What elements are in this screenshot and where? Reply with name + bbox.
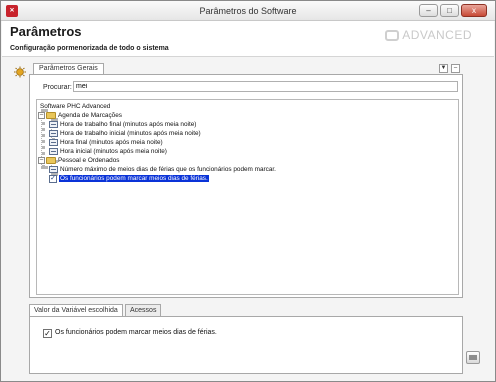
tree-item[interactable]: Hora de trabalho final (minutos após mei… <box>49 120 196 129</box>
printer-icon[interactable] <box>466 351 480 364</box>
brand-text: ADVANCED <box>402 28 472 42</box>
numeric-parameter-icon <box>49 130 58 137</box>
parameters-icon <box>14 66 26 78</box>
tree-group-pessoal[interactable]: – Pessoal e Ordenados <box>38 156 119 165</box>
tree-item-label: Os funcionários podem marcar meios dias … <box>59 175 209 182</box>
collapse-button[interactable]: – <box>451 64 460 73</box>
maximize-button[interactable]: □ <box>440 4 459 17</box>
parameters-panel: Parâmetros Gerais ▼ – Procurar: Software… <box>29 61 463 298</box>
search-label: Procurar: <box>43 84 72 91</box>
tab-parametros-gerais[interactable]: Parâmetros Gerais <box>33 63 104 74</box>
value-checkbox[interactable]: ✓ <box>43 329 52 338</box>
page-header: Parâmetros Configuração pormenorizada de… <box>2 21 494 57</box>
numeric-parameter-icon <box>49 148 58 155</box>
numeric-parameter-icon <box>49 139 58 146</box>
numeric-parameter-icon <box>49 166 58 173</box>
value-panel-body: ✓ Os funcionários podem marcar meios dia… <box>29 316 463 374</box>
page-subtitle: Configuração pormenorizada de todo o sis… <box>10 45 169 52</box>
tree-item[interactable]: Hora inicial (minutos após meia noite) <box>49 147 167 156</box>
search-input[interactable] <box>73 81 458 92</box>
boolean-parameter-icon: ✓ <box>49 174 57 183</box>
tree-root-label: Software PHC Advanced <box>40 103 111 110</box>
tree-item-label: Número máximo de meios dias de férias qu… <box>60 166 276 173</box>
parameters-window: ✕ Parâmetros do Software – □ x Parâmetro… <box>0 0 496 382</box>
parameters-panel-body: Procurar: Software PHC Advanced – Agenda… <box>29 74 463 298</box>
tree-item[interactable]: Hora de trabalho inicial (minutos após m… <box>49 129 201 138</box>
tree-item[interactable]: Número máximo de meios dias de férias qu… <box>49 165 276 174</box>
collapse-toggle-icon[interactable]: – <box>38 112 45 119</box>
tree-item-label: Hora de trabalho final (minutos após mei… <box>60 121 197 128</box>
tab-acessos[interactable]: Acessos <box>125 304 162 316</box>
window-controls: – □ x <box>419 4 487 18</box>
minimize-button[interactable]: – <box>419 4 438 17</box>
parameters-tree[interactable]: Software PHC Advanced – Agenda de Marcaç… <box>36 99 459 295</box>
tree-group-agenda[interactable]: – Agenda de Marcações <box>38 111 122 120</box>
tab-valor-variavel[interactable]: Valor da Variável escolhida <box>29 304 123 316</box>
title-bar[interactable]: ✕ Parâmetros do Software – □ x <box>1 1 495 21</box>
tree-root[interactable]: Software PHC Advanced <box>40 102 110 111</box>
tree-item-selected[interactable]: ✓ Os funcionários podem marcar meios dia… <box>49 174 209 183</box>
tree-group-label: Pessoal e Ordenados <box>58 157 120 164</box>
tree-item-label: Hora final (minutos após meia noite) <box>60 139 163 146</box>
expand-button[interactable]: ▼ <box>439 64 448 73</box>
tree-group-label: Agenda de Marcações <box>58 112 122 119</box>
page-title: Parâmetros <box>10 24 82 39</box>
tree-item-label: Hora inicial (minutos após meia noite) <box>60 148 167 155</box>
collapse-toggle-icon[interactable]: – <box>38 157 45 164</box>
brand-mark-icon <box>385 29 400 41</box>
folder-icon <box>46 112 56 119</box>
value-checkbox-label: Os funcionários podem marcar meios dias … <box>55 329 217 336</box>
brand-logo: ADVANCED <box>385 28 472 42</box>
close-button[interactable]: x <box>461 4 487 17</box>
tree-item-label: Hora de trabalho inicial (minutos após m… <box>60 130 201 137</box>
value-panel: Valor da Variável escolhida Acessos ✓ Os… <box>29 304 463 374</box>
numeric-parameter-icon <box>49 121 58 128</box>
folder-icon <box>46 157 56 164</box>
tree-item[interactable]: Hora final (minutos após meia noite) <box>49 138 163 147</box>
